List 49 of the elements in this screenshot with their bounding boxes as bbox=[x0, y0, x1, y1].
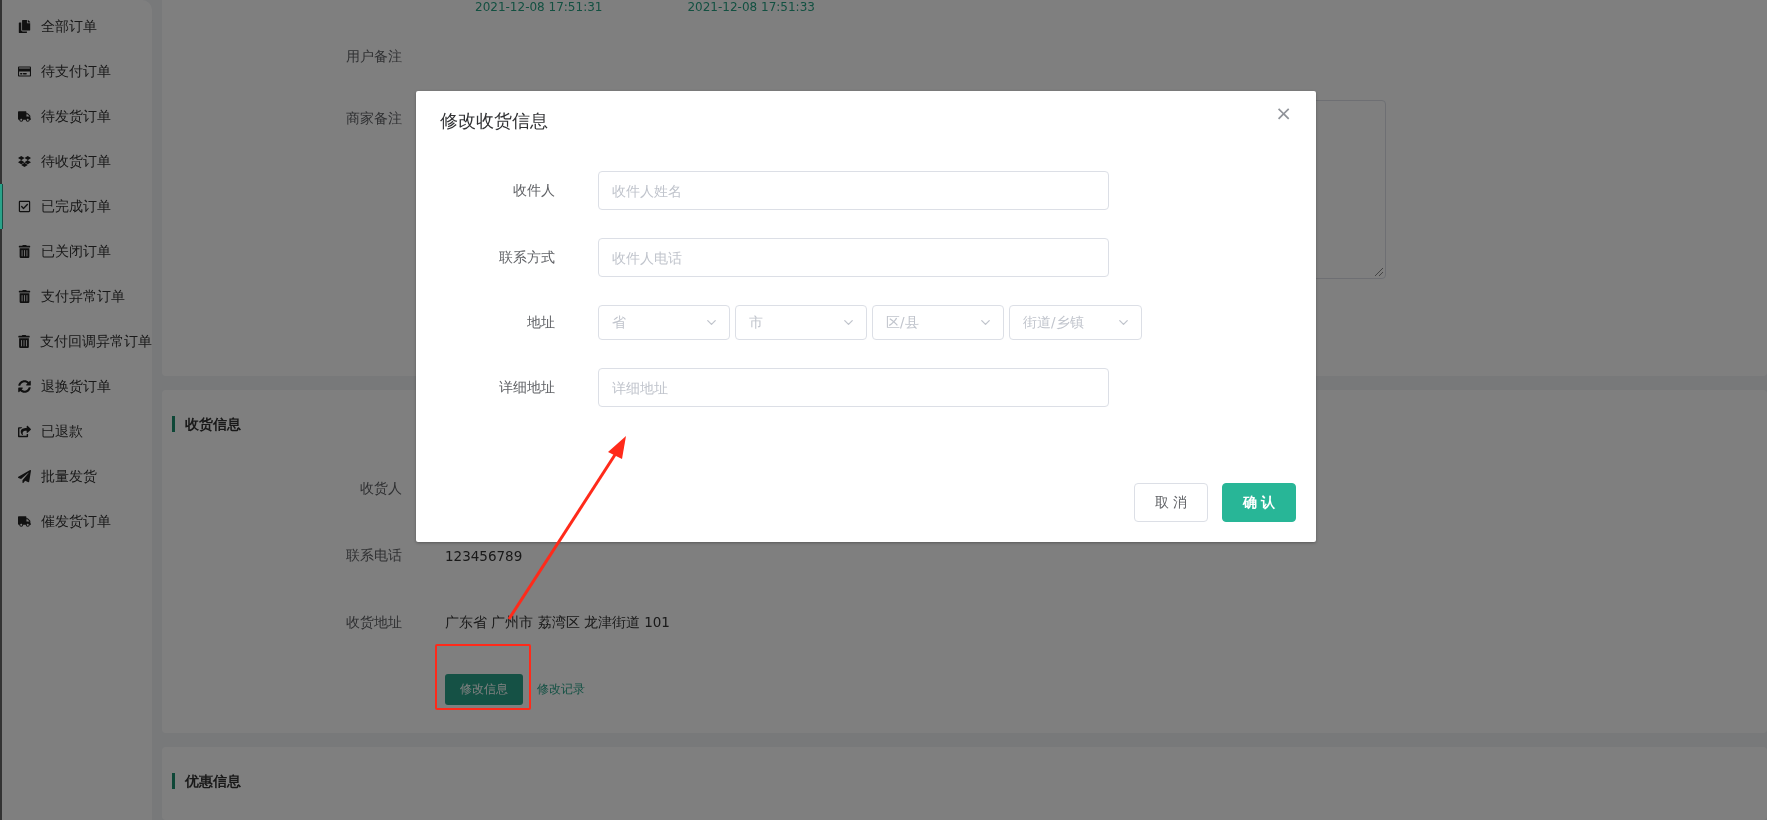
field-label: 收货人 bbox=[359, 479, 402, 498]
input-field[interactable]: 详细地址 bbox=[598, 368, 1109, 407]
sidebar-item[interactable]: 全部订单 bbox=[41, 17, 97, 36]
copy-icon bbox=[18, 20, 31, 33]
resize-grip-icon[interactable] bbox=[1375, 268, 1383, 276]
section-title: 优惠信息 bbox=[172, 773, 241, 789]
share-icon bbox=[18, 425, 31, 438]
sidebar-item[interactable]: 已退款 bbox=[41, 422, 83, 441]
input-field[interactable]: 收件人电话 bbox=[598, 238, 1109, 277]
dialog-title: 修改收货信息 bbox=[440, 109, 548, 133]
timestamp: 2021-12-08 17:51:33 bbox=[687, 0, 815, 16]
truck-icon bbox=[18, 110, 31, 123]
refresh-icon bbox=[18, 380, 31, 393]
field-label: 详细地址 bbox=[498, 378, 555, 397]
sidebar-item[interactable]: 批量发货 bbox=[41, 467, 97, 486]
sidebar-item[interactable]: 退换货订单 bbox=[41, 377, 111, 396]
history-link[interactable]: 修改记录 bbox=[537, 681, 585, 698]
section-title: 收货信息 bbox=[172, 416, 241, 432]
field-label: 商家备注 bbox=[345, 110, 402, 128]
field-value: 123456789 bbox=[445, 547, 523, 564]
bin-icon bbox=[18, 290, 31, 303]
timestamp: 2021-12-08 17:51:31 bbox=[475, 0, 603, 16]
paper-plane-icon bbox=[18, 470, 31, 483]
field-label: 联系电话 bbox=[345, 546, 402, 565]
sidebar-item[interactable]: 已关闭订单 bbox=[41, 242, 111, 261]
confirm-button[interactable]: 确 认 bbox=[1222, 483, 1296, 522]
sidebar-item[interactable]: 待支付订单 bbox=[41, 62, 111, 81]
input-field[interactable]: 收件人姓名 bbox=[598, 171, 1109, 210]
bin-icon bbox=[18, 335, 30, 348]
checkbox-icon bbox=[18, 200, 31, 213]
sidebar-item[interactable]: 待收货订单 bbox=[41, 152, 111, 171]
field-value: 广东省 广州市 荔湾区 龙津街道 101 bbox=[445, 613, 670, 632]
sidebar-item[interactable]: 支付回调异常订单 bbox=[40, 332, 152, 351]
card-icon bbox=[18, 65, 31, 78]
edit-info-button[interactable]: 修改信息 bbox=[445, 674, 523, 705]
close-button[interactable]: × bbox=[1271, 101, 1296, 125]
field-label: 收货地址 bbox=[345, 613, 402, 632]
sidebar-item[interactable]: 催发货订单 bbox=[41, 512, 111, 531]
box-icon bbox=[18, 155, 31, 168]
field-label: 联系方式 bbox=[498, 248, 555, 267]
cancel-button[interactable]: 取 消 bbox=[1134, 483, 1208, 522]
field-label: 地址 bbox=[526, 313, 555, 332]
field-label: 用户备注 bbox=[345, 48, 402, 66]
sidebar-item[interactable]: 支付异常订单 bbox=[41, 287, 125, 306]
field-label: 收件人 bbox=[512, 181, 555, 200]
sidebar-item[interactable]: 待发货订单 bbox=[41, 107, 111, 126]
truck-icon bbox=[18, 515, 31, 528]
bin-icon bbox=[18, 245, 31, 258]
sidebar-item[interactable]: 已完成订单 bbox=[41, 197, 111, 216]
